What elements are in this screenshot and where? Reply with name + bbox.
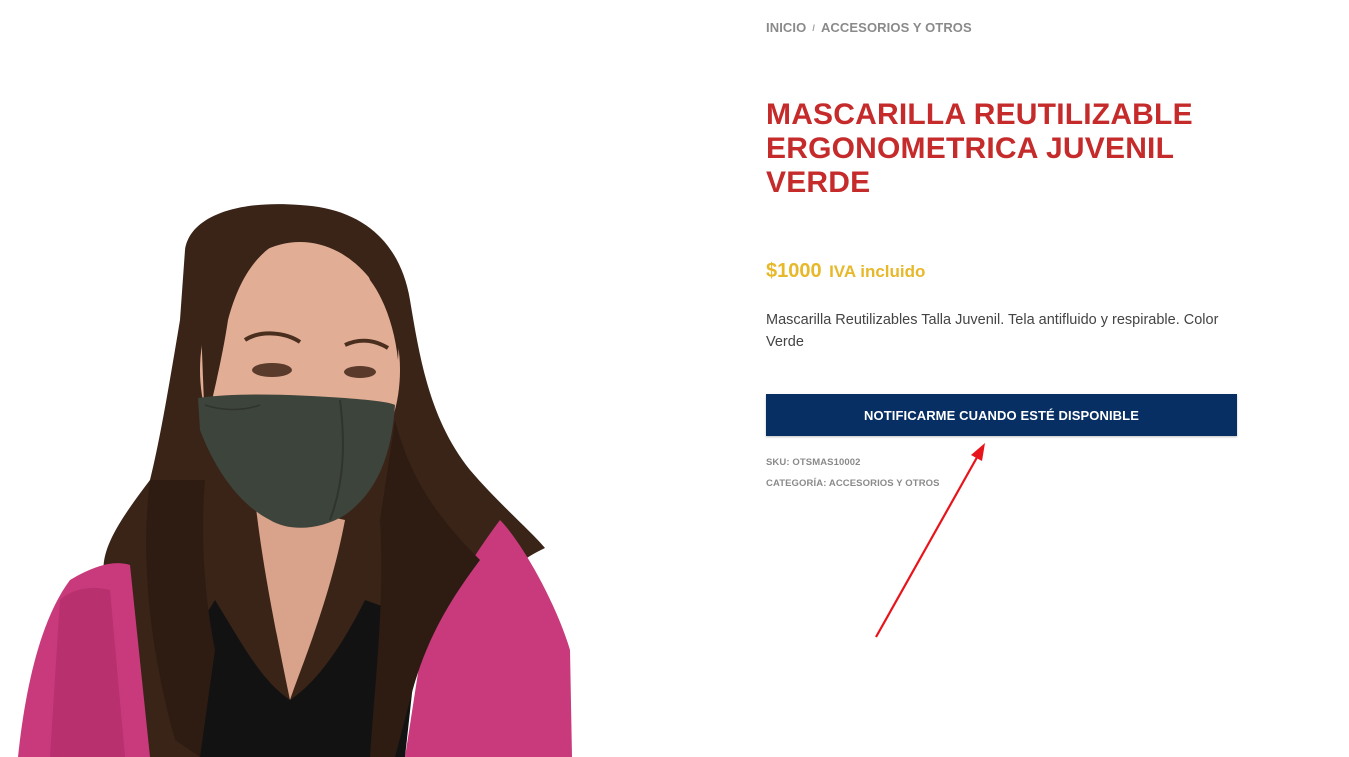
product-photo (18, 204, 572, 757)
product-price: $1000 IVA incluido (766, 260, 925, 283)
category-link[interactable]: ACCESORIOS Y OTROS (829, 478, 940, 489)
product-description: Mascarilla Reutilizables Talla Juvenil. … (766, 312, 1219, 350)
breadcrumb: INICIO / ACCESORIOS Y OTROS (766, 20, 972, 35)
product-category: CATEGORÍA: ACCESORIOS Y OTROS (766, 478, 940, 489)
sku-value: OTSMAS10002 (792, 457, 861, 468)
breadcrumb-home-link[interactable]: INICIO (766, 20, 806, 35)
breadcrumb-separator: / (812, 23, 815, 33)
sku-label: SKU: (766, 457, 790, 468)
product-image[interactable] (0, 0, 600, 757)
category-label: CATEGORÍA: (766, 478, 827, 489)
price-suffix: IVA incluido (829, 262, 926, 281)
price-amount: $1000 (766, 260, 822, 282)
product-sku: SKU: OTSMAS10002 (766, 457, 861, 468)
breadcrumb-category-link[interactable]: ACCESORIOS Y OTROS (821, 20, 972, 35)
notify-when-available-button[interactable]: NOTIFICARME CUANDO ESTÉ DISPONIBLE (766, 394, 1237, 436)
product-page: INICIO / ACCESORIOS Y OTROS MASCARILLA REU… (0, 0, 1349, 757)
product-title: MASCARILLA REUTILIZABLE ERGONOMETRICA JU… (766, 98, 1193, 199)
